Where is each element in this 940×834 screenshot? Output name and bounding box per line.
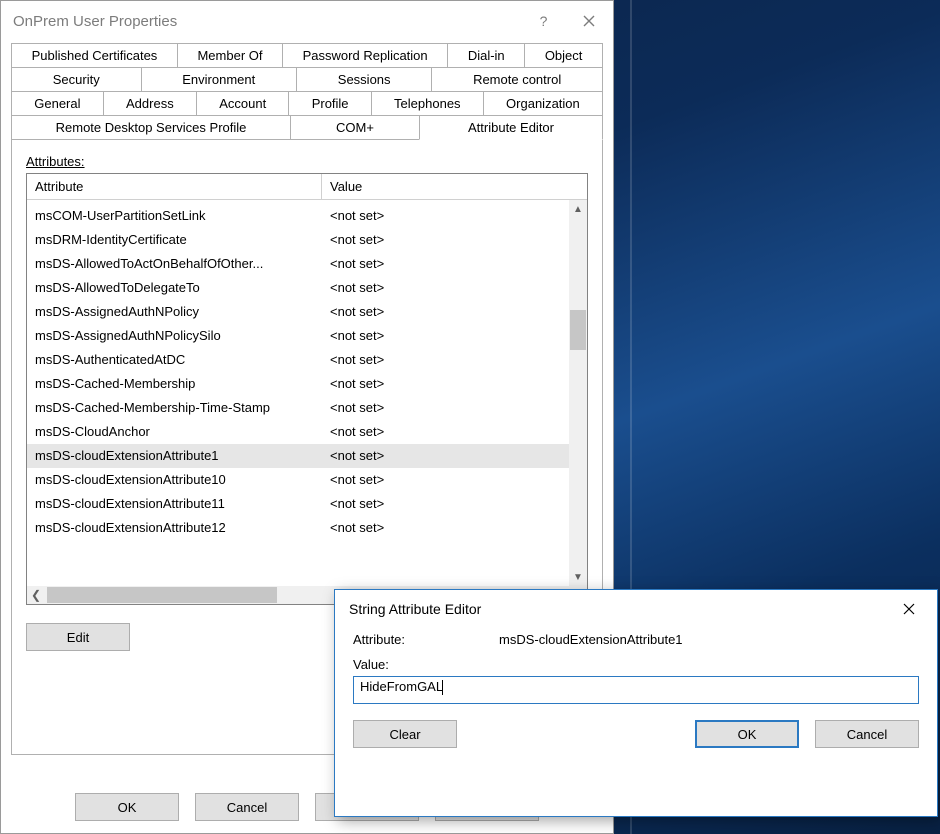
value-cell: <not set>	[322, 372, 569, 396]
tab-com-plus[interactable]: COM+	[290, 115, 420, 140]
attribute-cell: msDS-CloudAnchor	[27, 420, 322, 444]
scroll-up-icon[interactable]: ▲	[569, 200, 587, 218]
table-row[interactable]: msDS-cloudExtensionAttribute12<not set>	[27, 516, 569, 540]
table-row[interactable]: msDS-Cached-Membership-Time-Stamp<not se…	[27, 396, 569, 420]
tab-dial-in[interactable]: Dial-in	[447, 43, 525, 67]
table-row[interactable]: msDS-Cached-Membership<not set>	[27, 372, 569, 396]
attribute-cell: msCOM-UserPartitionSetLink	[27, 204, 322, 228]
table-row[interactable]: msDS-cloudExtensionAttribute1<not set>	[27, 444, 569, 468]
tab-remote-control[interactable]: Remote control	[431, 67, 603, 91]
tab-rds-profile[interactable]: Remote Desktop Services Profile	[11, 115, 291, 140]
tab-strip: Published Certificates Member Of Passwor…	[11, 43, 603, 140]
scroll-thumb[interactable]	[570, 310, 586, 350]
attribute-cell: msDS-cloudExtensionAttribute12	[27, 516, 322, 540]
clear-button[interactable]: Clear	[353, 720, 457, 748]
attribute-label: Attribute:	[353, 632, 493, 647]
value-cell: <not set>	[322, 516, 569, 540]
attribute-cell: msDS-cloudExtensionAttribute11	[27, 492, 322, 516]
help-button[interactable]: ?	[521, 4, 566, 38]
edit-button[interactable]: Edit	[26, 623, 130, 651]
value-cell: <not set>	[322, 492, 569, 516]
attribute-cell: msDS-AssignedAuthNPolicySilo	[27, 324, 322, 348]
value-label: Value:	[353, 657, 919, 672]
window-title: OnPrem User Properties	[13, 13, 521, 30]
tab-password-replication[interactable]: Password Replication	[282, 43, 448, 67]
column-value[interactable]: Value	[322, 174, 587, 199]
close-button[interactable]	[566, 4, 611, 38]
table-row[interactable]: msDS-AllowedToDelegateTo<not set>	[27, 276, 569, 300]
tab-general[interactable]: General	[11, 91, 104, 115]
tab-security[interactable]: Security	[11, 67, 142, 91]
close-icon	[903, 603, 915, 615]
editor-ok-button[interactable]: OK	[695, 720, 799, 748]
help-icon: ?	[540, 13, 548, 29]
tab-organization[interactable]: Organization	[483, 91, 603, 115]
table-row[interactable]: msDS-cloudExtensionAttribute11<not set>	[27, 492, 569, 516]
tab-object[interactable]: Object	[524, 43, 603, 67]
scroll-down-icon[interactable]: ▼	[569, 568, 587, 586]
value-cell: <not set>	[322, 228, 569, 252]
editor-titlebar[interactable]: String Attribute Editor	[335, 590, 937, 628]
text-caret-icon	[442, 680, 443, 695]
value-cell: <not set>	[322, 348, 569, 372]
value-cell: <not set>	[322, 396, 569, 420]
table-row[interactable]: msDS-AuthenticatedAtDC<not set>	[27, 348, 569, 372]
tab-attribute-editor[interactable]: Attribute Editor	[419, 115, 603, 140]
column-attribute[interactable]: Attribute	[27, 174, 322, 199]
tab-telephones[interactable]: Telephones	[371, 91, 484, 115]
table-row[interactable]: msDS-cloudExtensionAttribute10<not set>	[27, 468, 569, 492]
close-icon	[583, 15, 595, 27]
tab-address[interactable]: Address	[103, 91, 197, 115]
attribute-cell: msDS-AuthenticatedAtDC	[27, 348, 322, 372]
tab-environment[interactable]: Environment	[141, 67, 298, 91]
table-row[interactable]: msCOM-UserPartitionSetLink<not set>	[27, 204, 569, 228]
tab-member-of[interactable]: Member Of	[177, 43, 283, 67]
attribute-cell: msDS-AllowedToDelegateTo	[27, 276, 322, 300]
table-row[interactable]: msDS-AllowedToActOnBehalfOfOther...<not …	[27, 252, 569, 276]
value-cell: <not set>	[322, 204, 569, 228]
value-input-text: HideFromGAL	[360, 679, 443, 694]
table-row[interactable]: msDS-CloudAnchor<not set>	[27, 420, 569, 444]
value-cell: <not set>	[322, 276, 569, 300]
string-attribute-editor-dialog: String Attribute Editor Attribute: msDS-…	[334, 589, 938, 817]
table-row[interactable]: msDS-AssignedAuthNPolicySilo<not set>	[27, 324, 569, 348]
value-input[interactable]: HideFromGAL	[353, 676, 919, 704]
titlebar[interactable]: OnPrem User Properties ?	[1, 1, 613, 41]
tab-published-certificates[interactable]: Published Certificates	[11, 43, 178, 67]
scroll-left-icon[interactable]: ❮	[27, 586, 45, 604]
attribute-cell: msDS-cloudExtensionAttribute10	[27, 468, 322, 492]
cancel-button[interactable]: Cancel	[195, 793, 299, 821]
editor-window-title: String Attribute Editor	[349, 601, 887, 617]
attribute-cell: msDS-AllowedToActOnBehalfOfOther...	[27, 252, 322, 276]
value-cell: <not set>	[322, 252, 569, 276]
attribute-cell: msDS-AssignedAuthNPolicy	[27, 300, 322, 324]
attribute-name: msDS-cloudExtensionAttribute1	[499, 632, 683, 647]
attribute-cell: msDRM-IdentityCertificate	[27, 228, 322, 252]
value-cell: <not set>	[322, 468, 569, 492]
attribute-cell: msDS-Cached-Membership-Time-Stamp	[27, 396, 322, 420]
tab-profile[interactable]: Profile	[288, 91, 371, 115]
value-cell: <not set>	[322, 300, 569, 324]
editor-close-button[interactable]	[887, 594, 931, 624]
value-cell: <not set>	[322, 420, 569, 444]
listview-header[interactable]: Attribute Value	[27, 174, 587, 200]
attribute-cell: msDS-cloudExtensionAttribute1	[27, 444, 322, 468]
attribute-cell: msDS-Cached-Membership	[27, 372, 322, 396]
tab-account[interactable]: Account	[196, 91, 289, 115]
vertical-scrollbar[interactable]: ▲ ▼	[569, 200, 587, 586]
table-row[interactable]: msDS-AssignedAuthNPolicy<not set>	[27, 300, 569, 324]
attributes-listview[interactable]: Attribute Value msCOM-UserPartitionSetLi…	[26, 173, 588, 605]
value-cell: <not set>	[322, 444, 569, 468]
value-cell: <not set>	[322, 324, 569, 348]
table-row[interactable]: msDRM-IdentityCertificate<not set>	[27, 228, 569, 252]
ok-button[interactable]: OK	[75, 793, 179, 821]
editor-cancel-button[interactable]: Cancel	[815, 720, 919, 748]
hscroll-thumb[interactable]	[47, 587, 277, 603]
attributes-label: Attributes:	[26, 154, 85, 169]
tab-sessions[interactable]: Sessions	[296, 67, 432, 91]
